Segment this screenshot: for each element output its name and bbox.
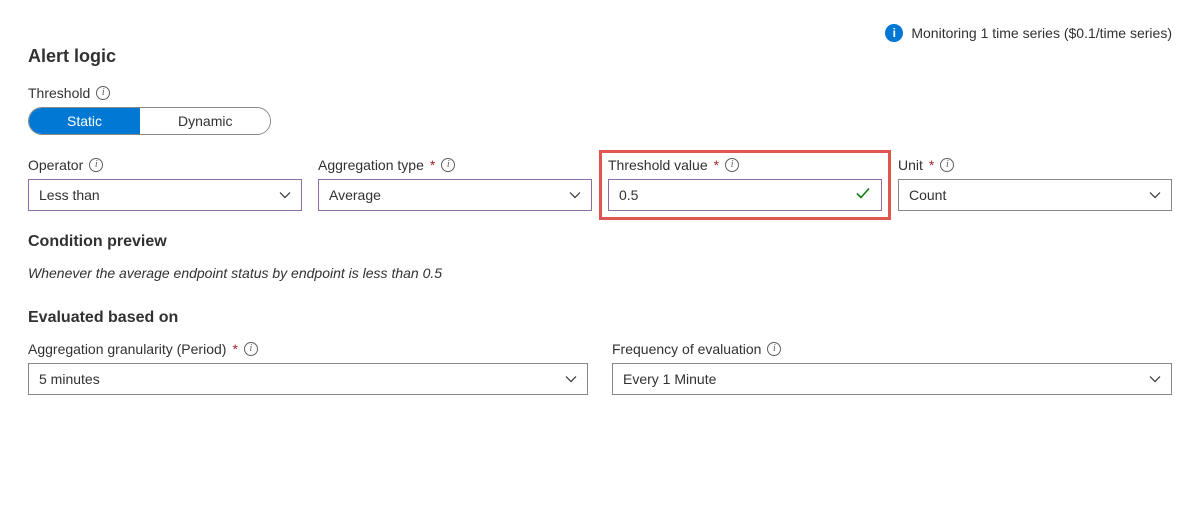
aggregation-granularity-label: Aggregation granularity (Period) * i [28, 341, 588, 357]
info-icon[interactable]: i [96, 86, 110, 100]
operator-value: Less than [39, 187, 100, 203]
unit-label-text: Unit [898, 157, 923, 173]
aggregation-type-label: Aggregation type * i [318, 157, 592, 173]
unit-label: Unit * i [898, 157, 1172, 173]
condition-preview-title: Condition preview [28, 233, 1172, 251]
chevron-down-icon [569, 189, 581, 201]
aggregation-granularity-select[interactable]: 5 minutes [28, 363, 588, 395]
info-icon: i [885, 24, 903, 42]
operator-select[interactable]: Less than [28, 179, 302, 211]
monitoring-banner: i Monitoring 1 time series ($0.1/time se… [28, 24, 1172, 42]
chevron-down-icon [565, 373, 577, 385]
threshold-value-label-text: Threshold value [608, 157, 708, 173]
operator-label: Operator i [28, 157, 302, 173]
info-icon[interactable]: i [767, 342, 781, 356]
threshold-value-label: Threshold value * i [608, 157, 882, 173]
condition-preview-text: Whenever the average endpoint status by … [28, 265, 1172, 281]
alert-logic-title: Alert logic [28, 46, 1172, 67]
required-asterisk: * [232, 341, 237, 357]
unit-select[interactable]: Count [898, 179, 1172, 211]
threshold-label-text: Threshold [28, 85, 90, 101]
info-icon[interactable]: i [441, 158, 455, 172]
chevron-down-icon [1149, 373, 1161, 385]
chevron-down-icon [1149, 189, 1161, 201]
aggregation-granularity-value: 5 minutes [39, 371, 100, 387]
aggregation-type-label-text: Aggregation type [318, 157, 424, 173]
threshold-value-highlight: Threshold value * i 0.5 [599, 150, 891, 220]
threshold-value-value: 0.5 [619, 187, 638, 203]
frequency-label: Frequency of evaluation i [612, 341, 1172, 357]
threshold-static-option[interactable]: Static [29, 108, 140, 134]
info-icon[interactable]: i [89, 158, 103, 172]
unit-value: Count [909, 187, 946, 203]
info-icon[interactable]: i [725, 158, 739, 172]
evaluated-based-on-title: Evaluated based on [28, 309, 1172, 327]
frequency-value: Every 1 Minute [623, 371, 716, 387]
info-icon[interactable]: i [940, 158, 954, 172]
threshold-toggle[interactable]: Static Dynamic [28, 107, 271, 135]
aggregation-type-select[interactable]: Average [318, 179, 592, 211]
threshold-dynamic-option[interactable]: Dynamic [140, 108, 270, 134]
info-icon[interactable]: i [244, 342, 258, 356]
frequency-select[interactable]: Every 1 Minute [612, 363, 1172, 395]
monitoring-text: Monitoring 1 time series ($0.1/time seri… [911, 25, 1172, 41]
aggregation-type-value: Average [329, 187, 381, 203]
required-asterisk: * [430, 157, 435, 173]
threshold-label: Threshold i [28, 85, 1172, 101]
chevron-down-icon [279, 189, 291, 201]
threshold-value-input[interactable]: 0.5 [608, 179, 882, 211]
frequency-label-text: Frequency of evaluation [612, 341, 761, 357]
aggregation-granularity-label-text: Aggregation granularity (Period) [28, 341, 226, 357]
required-asterisk: * [929, 157, 934, 173]
check-icon [855, 185, 871, 206]
required-asterisk: * [714, 157, 719, 173]
operator-label-text: Operator [28, 157, 83, 173]
